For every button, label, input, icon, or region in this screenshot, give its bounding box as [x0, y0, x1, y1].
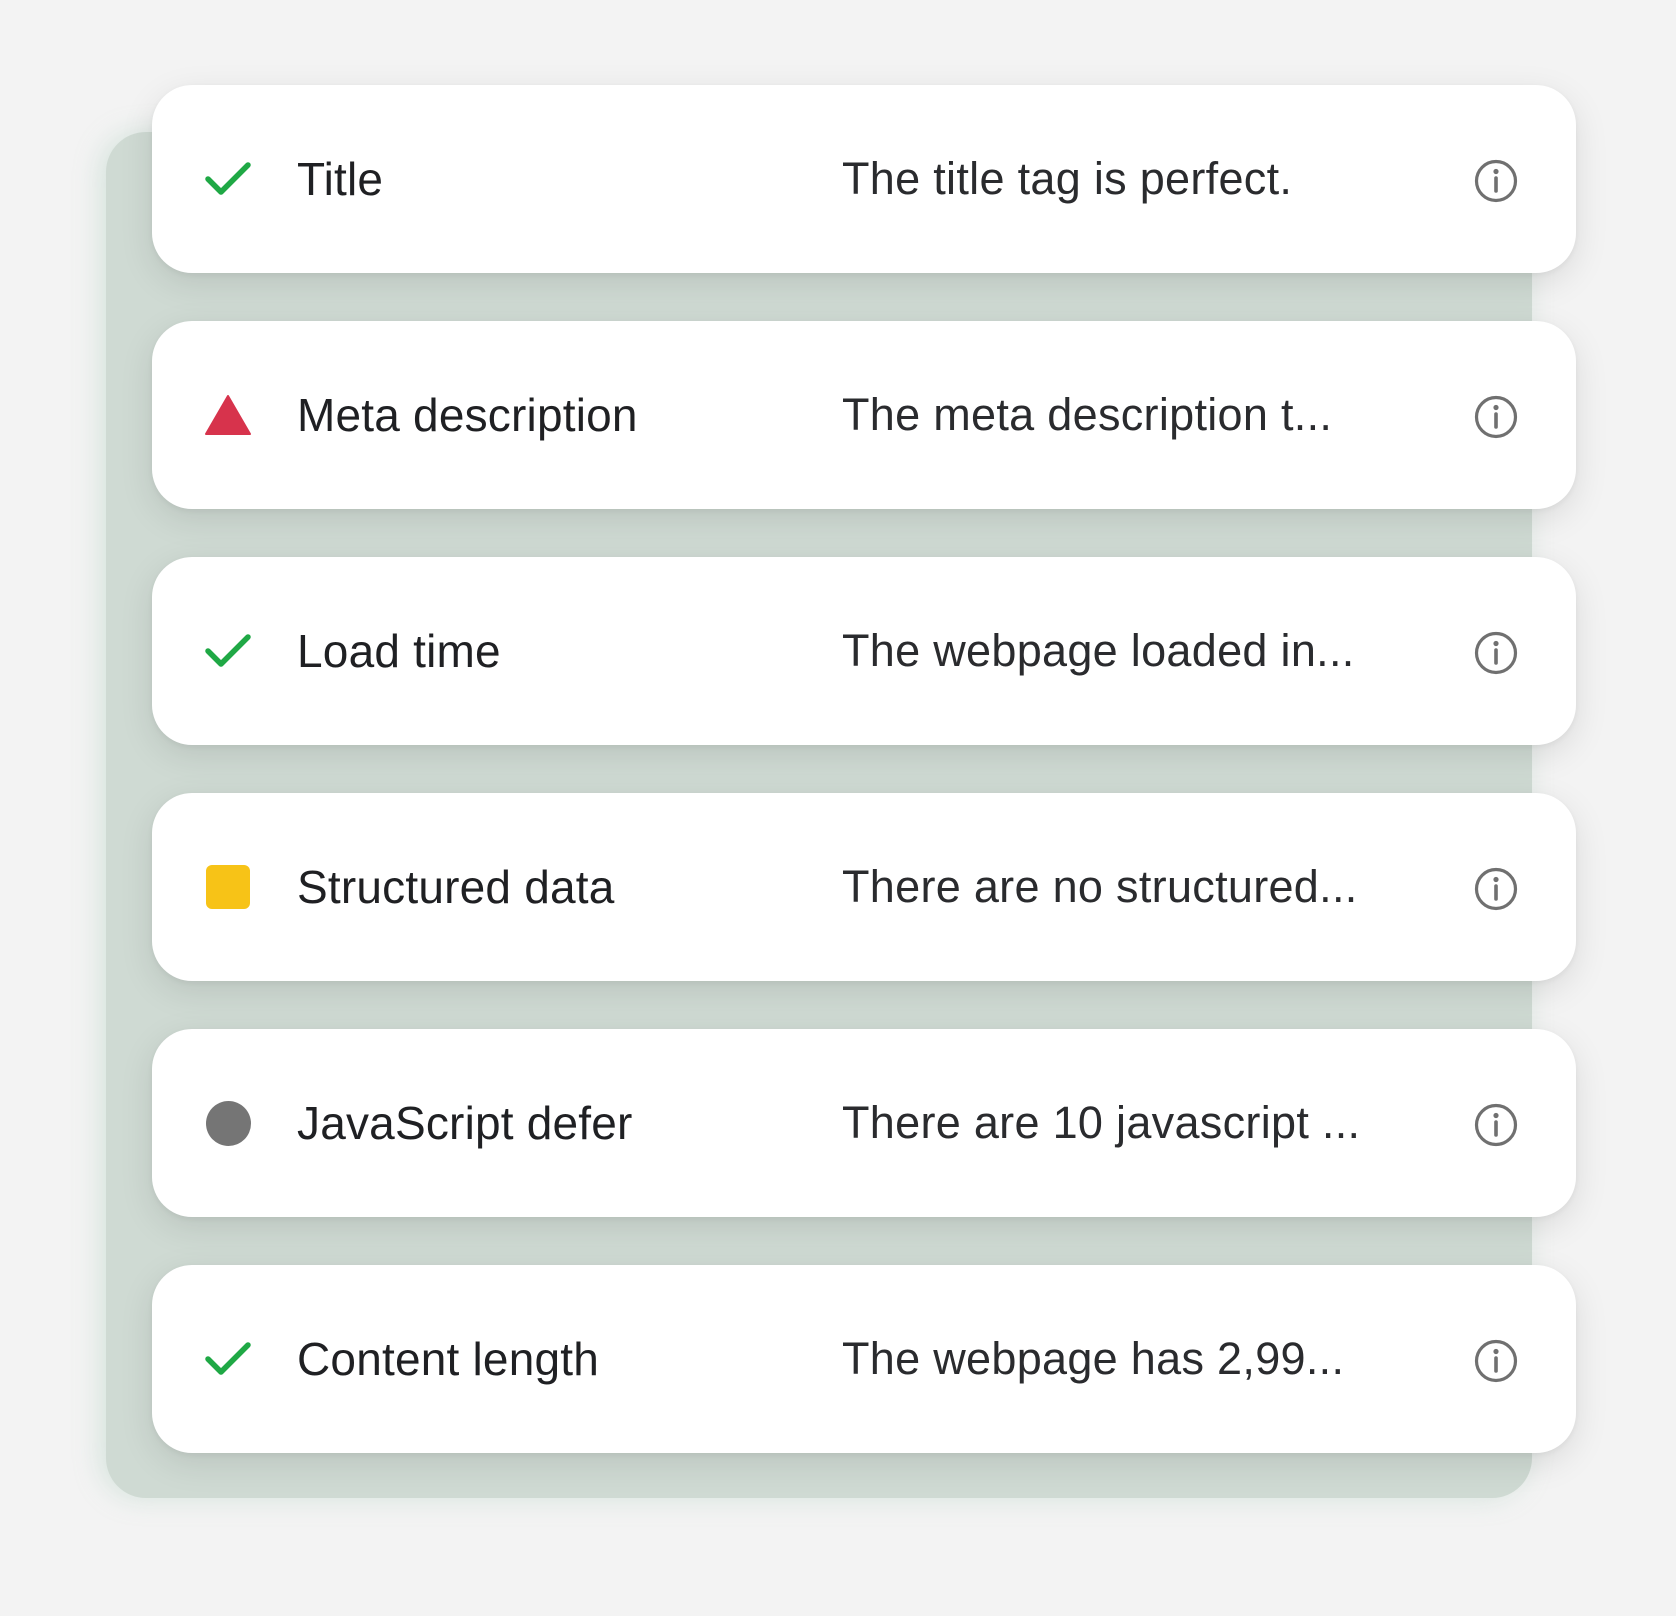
check-name: Content length — [297, 1333, 600, 1385]
circle-icon — [204, 1099, 252, 1147]
check-row-content-length[interactable]: Content length The webpage has 2,99... — [152, 1265, 1576, 1453]
check-name: Load time — [297, 625, 501, 677]
check-result: There are 10 javascript ... — [842, 1097, 1361, 1148]
square-icon — [204, 863, 252, 911]
checkmark-icon — [204, 155, 252, 203]
checkmark-icon — [204, 1335, 252, 1383]
check-row-javascript-defer[interactable]: JavaScript defer There are 10 javascript… — [152, 1029, 1576, 1217]
check-result: There are no structured... — [842, 861, 1358, 912]
check-result: The webpage has 2,99... — [842, 1333, 1345, 1384]
check-list: Title The title tag is perfect. Meta des… — [152, 85, 1576, 1453]
check-result: The webpage loaded in... — [842, 625, 1355, 676]
info-circle-icon[interactable] — [1472, 865, 1520, 913]
info-circle-icon[interactable] — [1472, 629, 1520, 677]
check-row-structured-data[interactable]: Structured data There are no structured.… — [152, 793, 1576, 981]
check-name: Structured data — [297, 861, 615, 913]
check-row-meta-description[interactable]: Meta description The meta description t.… — [152, 321, 1576, 509]
info-circle-icon[interactable] — [1472, 393, 1520, 441]
check-name: JavaScript defer — [297, 1097, 633, 1149]
info-circle-icon[interactable] — [1472, 157, 1520, 205]
check-result: The title tag is perfect. — [842, 153, 1293, 204]
check-row-load-time[interactable]: Load time The webpage loaded in... — [152, 557, 1576, 745]
check-name: Title — [297, 153, 384, 205]
check-result: The meta description t... — [842, 389, 1333, 440]
warning-triangle-icon — [204, 391, 252, 439]
check-name: Meta description — [297, 389, 638, 441]
info-circle-icon[interactable] — [1472, 1337, 1520, 1385]
seo-check-panel: Title The title tag is perfect. Meta des… — [0, 0, 1676, 1616]
info-circle-icon[interactable] — [1472, 1101, 1520, 1149]
checkmark-icon — [204, 627, 252, 675]
check-row-title[interactable]: Title The title tag is perfect. — [152, 85, 1576, 273]
